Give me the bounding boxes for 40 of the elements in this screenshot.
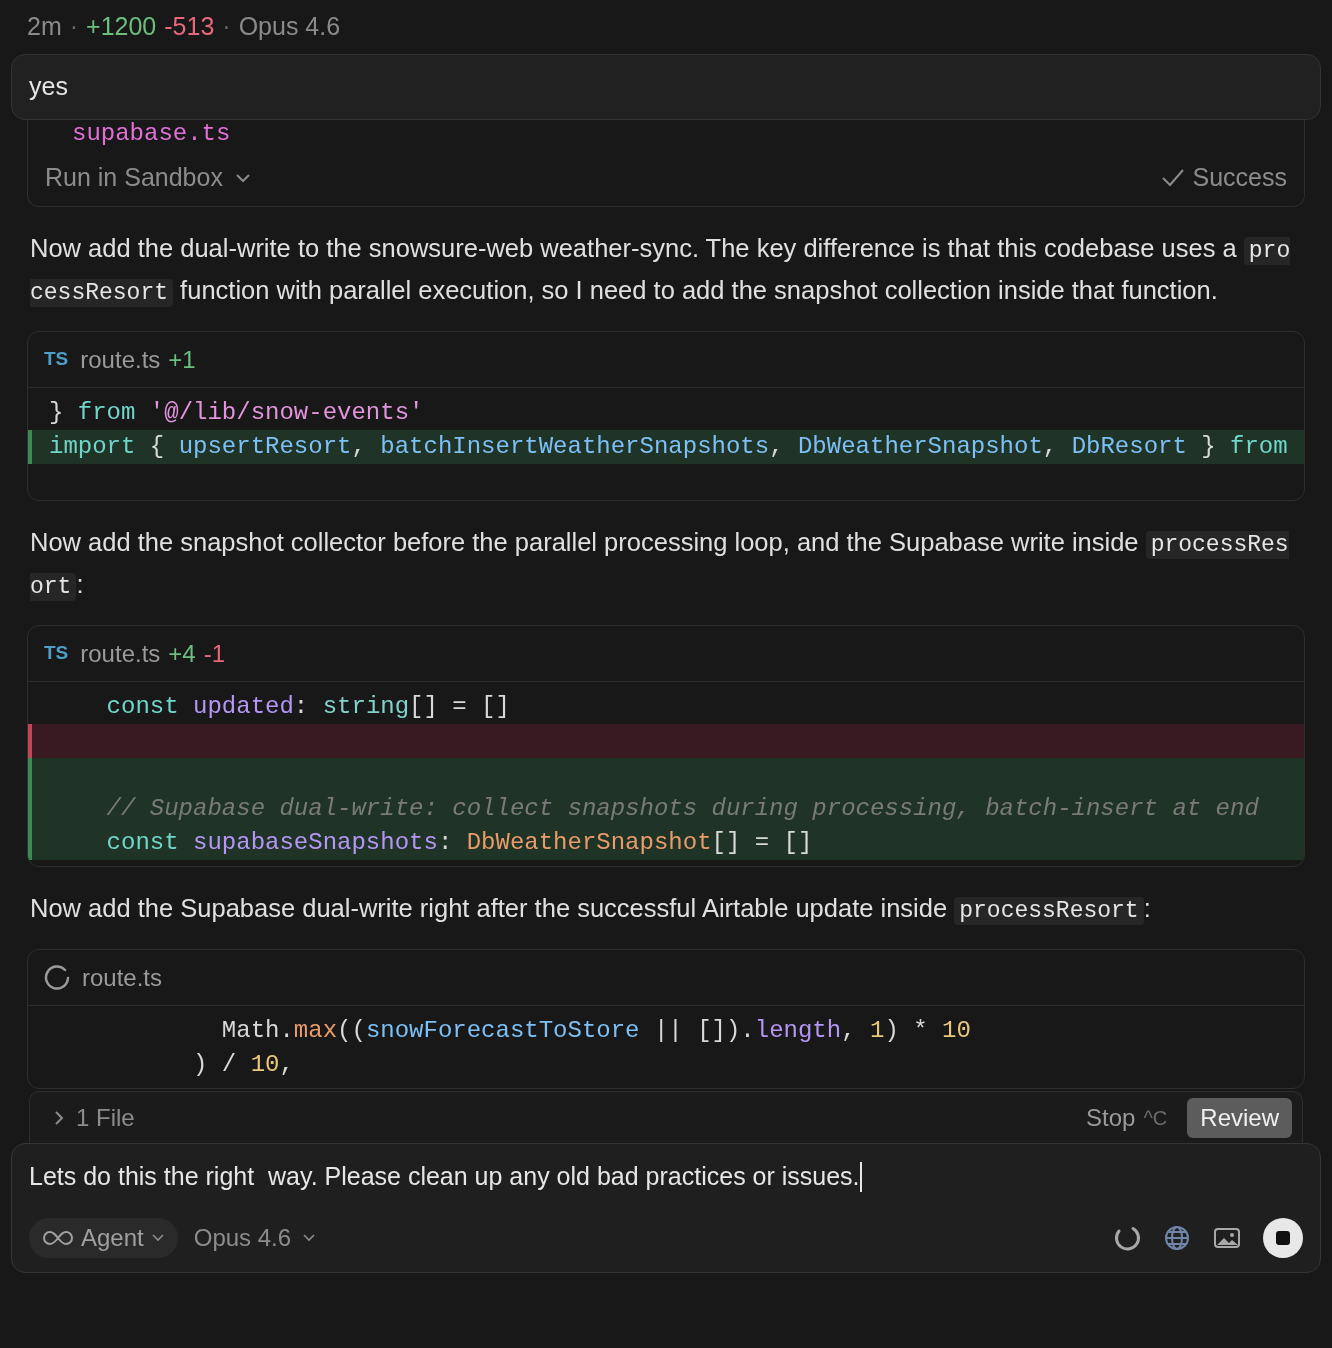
model-dropdown[interactable]: Opus 4.6 [193, 1220, 316, 1256]
code-line: const updated: string[] = [] [105, 692, 511, 722]
lines-added: +4 [168, 638, 196, 669]
stop-icon [1276, 1231, 1290, 1245]
lines-removed: -1 [203, 638, 226, 669]
status-text: Success [1192, 161, 1287, 193]
code-line: ) / 10, [192, 1050, 295, 1080]
message-text: yes [29, 71, 68, 103]
code-line: supabase.ts [72, 119, 231, 149]
chevron-down-icon [234, 172, 251, 183]
file-name: route.ts [80, 638, 161, 669]
spinner-icon [1113, 1224, 1141, 1252]
chevron-right-icon [54, 1109, 64, 1126]
chevron-down-icon [151, 1234, 164, 1242]
agent-mode-dropdown[interactable]: Agent [29, 1218, 178, 1258]
code-line: } from '@/lib/snow-events' [48, 398, 425, 428]
separator-dot: · [222, 11, 231, 43]
image-icon[interactable] [1213, 1226, 1241, 1250]
chevron-down-icon [303, 1234, 316, 1242]
lines-added: +1 [168, 344, 196, 375]
stop-generation-button[interactable] [1263, 1218, 1303, 1258]
file-name: route.ts [80, 344, 161, 375]
file-type-label: TS [44, 641, 69, 666]
files-toggle[interactable]: 1 File [54, 1099, 135, 1136]
review-button[interactable]: Review [1187, 1097, 1292, 1138]
message-input[interactable]: Lets do this the right way. Please clean up any old bad practices or issues. [29, 1144, 1303, 1196]
meta-text: Opus 4.6 [238, 11, 341, 43]
file-name: route.ts [82, 962, 163, 993]
lines-removed: -513 [164, 11, 215, 43]
message-paragraph: Now add the Supabase dual-write right after the successful Airtable update inside processResort : [30, 893, 1152, 927]
checkmark-icon [1160, 167, 1185, 188]
separator-dot: · [69, 11, 79, 43]
meta-text: 2m [27, 11, 62, 43]
code-line: Math.max((snowForecastToStore || []).length, 1) * 10 [220, 1016, 972, 1046]
file-type-label: TS [44, 347, 69, 372]
stop-button[interactable]: Stop ^C [1086, 1099, 1168, 1136]
run-dropdown[interactable]: Run in Sandbox [45, 158, 251, 197]
globe-icon[interactable] [1163, 1224, 1191, 1252]
infinity-icon [43, 1230, 73, 1246]
lines-added: +1200 [86, 11, 157, 43]
